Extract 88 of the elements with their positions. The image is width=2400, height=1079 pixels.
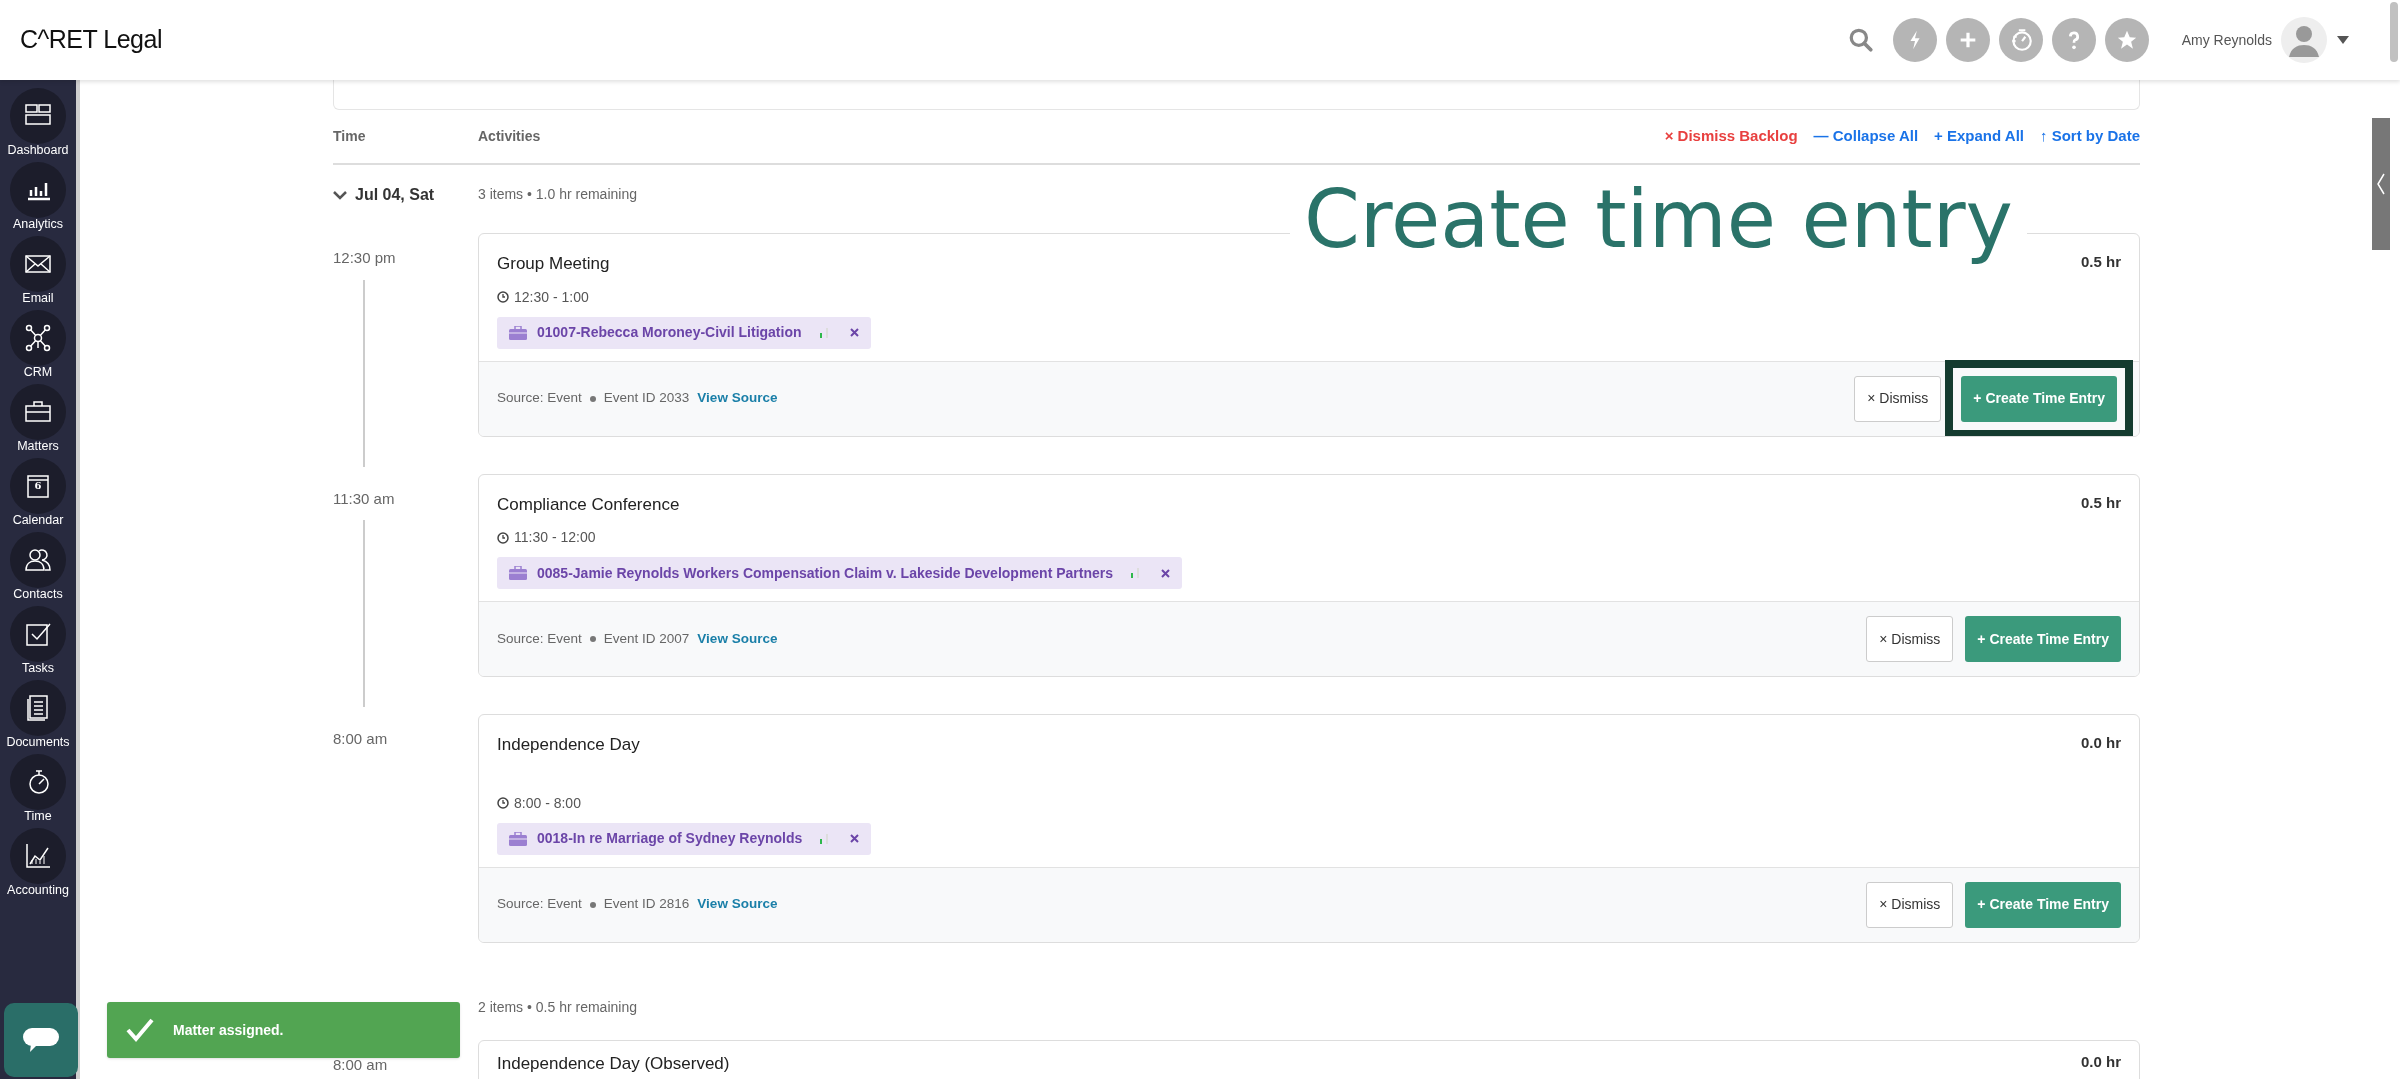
sidebar-label[interactable]: Accounting	[7, 882, 69, 898]
sidebar-button[interactable]	[10, 384, 66, 440]
sidebar-label[interactable]: Tasks	[22, 660, 54, 676]
clock-icon	[497, 531, 509, 544]
source-label: Source: Event	[497, 629, 582, 648]
source-label: Source: Event	[497, 389, 582, 408]
sidebar-label[interactable]: Dashboard	[7, 142, 69, 158]
matter-tag[interactable]: 01007-Rebecca Moroney-Civil Litigation	[497, 316, 871, 349]
entry-time: 8:00 am	[333, 729, 388, 749]
sidebar-label[interactable]: Email	[22, 290, 54, 306]
entry-time: 12:30 pm	[333, 248, 396, 268]
activity-title: Compliance Conference	[497, 493, 681, 516]
avatar-icon[interactable]	[2281, 17, 2327, 63]
view-source-link[interactable]: View Source	[697, 628, 778, 650]
matter-name[interactable]: 0018-In re Marriage of Sydney Reynolds	[537, 828, 803, 849]
group-summary: 2 items • 0.5 hr remaining	[478, 997, 637, 1017]
user-name[interactable]: Amy Reynolds	[2181, 29, 2272, 51]
time-range: 12:30 - 1:00	[514, 287, 589, 307]
sidebar-button[interactable]	[10, 754, 66, 810]
event-id: Event ID 2007	[603, 629, 690, 648]
view-source-link[interactable]: View Source	[697, 894, 778, 915]
sidebar-button[interactable]	[10, 236, 66, 292]
sidebar-button[interactable]	[10, 606, 66, 662]
caret-icon[interactable]	[2336, 35, 2350, 45]
hours-value: 0.0 hr	[2080, 733, 2121, 753]
remove-icon[interactable]	[1161, 568, 1171, 578]
date-heading[interactable]: Jul 04, Sat	[355, 182, 435, 207]
view-source-link[interactable]: View Source	[697, 388, 778, 409]
toast-message: Matter assigned.	[173, 1020, 284, 1040]
sidebar-label[interactable]: Time	[24, 808, 52, 824]
sidebar-label[interactable]: Calendar	[12, 512, 64, 528]
sidebar-label[interactable]: CRM	[23, 364, 53, 380]
sidebar-button[interactable]	[10, 828, 66, 884]
logo[interactable]: C^RET Legal	[20, 21, 162, 59]
chat-button[interactable]	[4, 1003, 78, 1077]
remove-icon[interactable]	[849, 328, 859, 337]
briefcase-icon	[509, 325, 527, 340]
dismiss-button[interactable]: × Dismiss	[1866, 616, 1954, 662]
sidebar-button[interactable]	[10, 310, 66, 366]
sidebar-label[interactable]: Contacts	[13, 586, 63, 602]
hours-value: 0.0 hr	[2080, 1051, 2121, 1072]
matter-tag[interactable]: 0018-In re Marriage of Sydney Reynolds	[497, 822, 872, 855]
entry-time: 11:30 am	[333, 488, 395, 509]
sidebar-button[interactable]	[10, 162, 66, 218]
scrollbar[interactable]	[2390, 2, 2398, 62]
dismiss-button[interactable]: × Dismiss	[1866, 881, 1954, 928]
chevron-icon	[2376, 173, 2386, 195]
group-summary: 3 items • 1.0 hr remaining	[478, 185, 637, 204]
time-range: 8:00 - 8:00	[514, 793, 581, 813]
search-icon[interactable]	[1847, 27, 1874, 53]
matter-name[interactable]: 01007-Rebecca Moroney-Civil Litigation	[537, 322, 802, 343]
calendar-date: 6	[33, 479, 43, 493]
column-header: Time	[333, 127, 367, 146]
check-icon	[125, 1017, 155, 1043]
signal-bars-icon	[1131, 568, 1140, 578]
sidebar-button[interactable]	[10, 88, 66, 144]
sidebar-button[interactable]: 6	[10, 458, 66, 514]
sidebar-label[interactable]: Documents	[6, 734, 70, 750]
action-link[interactable]: — Collapse All	[1813, 125, 1919, 148]
matter-name[interactable]: 0085-Jamie Reynolds Workers Compensation Claim v. Lakeside Development Partners	[537, 562, 1114, 584]
entry-time: 8:00 am	[333, 1054, 388, 1075]
signal-bars-icon	[819, 327, 828, 338]
event-id: Event ID 2033	[603, 389, 690, 408]
sidebar-label[interactable]: Analytics	[13, 216, 63, 232]
action-link[interactable]: × Dismiss Backlog	[1664, 125, 1798, 148]
dismiss-button[interactable]: × Dismiss	[1854, 375, 1942, 422]
briefcase-icon	[509, 831, 527, 846]
chevron-icon[interactable]	[333, 189, 347, 200]
action-link[interactable]: + Expand All	[1934, 125, 2024, 148]
sidebar-button[interactable]	[10, 680, 66, 736]
activity-title: Independence Day	[497, 734, 641, 756]
time-range: 11:30 - 12:00	[514, 528, 596, 547]
hours-value: 0.5 hr	[2080, 492, 2121, 513]
matter-tag[interactable]: 0085-Jamie Reynolds Workers Compensation Claim v. Lakeside Development Partners	[497, 557, 1183, 589]
remove-icon[interactable]	[850, 834, 860, 843]
event-id: Event ID 2816	[603, 895, 690, 914]
activity-title: Independence Day (Observed)	[497, 1052, 730, 1075]
source-label: Source: Event	[497, 895, 582, 914]
activity-title: Group Meeting	[497, 253, 611, 275]
clock-icon	[497, 797, 509, 809]
sidebar-label[interactable]: Matters	[17, 438, 59, 454]
hours-value: 0.5 hr	[2080, 252, 2121, 272]
briefcase-icon	[509, 566, 527, 580]
clock-icon	[497, 291, 509, 303]
column-header: Activities	[478, 127, 541, 146]
signal-bars-icon	[820, 833, 829, 844]
sidebar-button[interactable]	[10, 532, 66, 588]
action-link[interactable]: ↑ Sort by Date	[2039, 125, 2140, 148]
